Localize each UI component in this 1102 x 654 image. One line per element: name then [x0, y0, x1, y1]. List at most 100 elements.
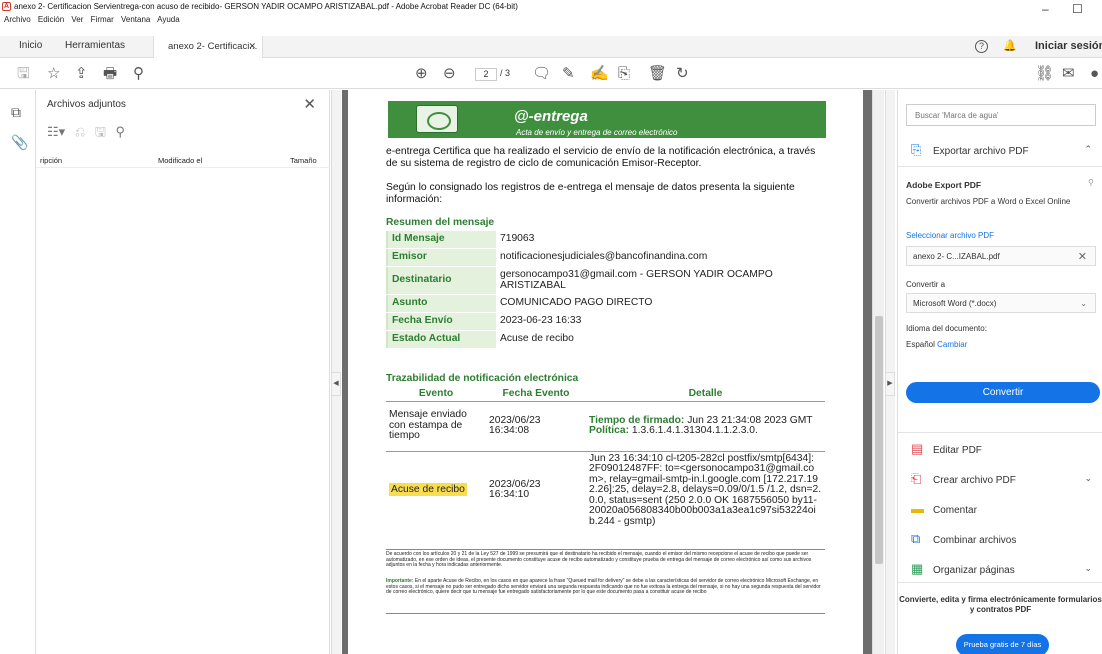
acrobat-app-icon: A	[2, 2, 11, 11]
menu-ayuda[interactable]: Ayuda	[157, 15, 180, 24]
tab-document[interactable]: anexo 2- Certificaci... ✕	[153, 36, 263, 58]
tool-edit-pdf[interactable]: ▤ Editar PDF	[911, 441, 982, 457]
summary-value: 719063	[496, 231, 825, 248]
attachments-panel: Archivos adjuntos ✕ ☷▾ ⎌ 🖫 ⚲ ripción Mod…	[36, 90, 330, 654]
notifications-bell-icon[interactable]: 🔔	[1003, 39, 1017, 52]
close-tab-icon[interactable]: ✕	[248, 41, 256, 52]
tool-label: Editar PDF	[933, 445, 982, 456]
chevron-down-icon[interactable]: ⌄	[1084, 563, 1092, 574]
important-text: En el aparte Acuse de Recibo, en los cas…	[386, 578, 821, 596]
pen-icon[interactable]: ✎	[562, 65, 575, 83]
tool-label: Combinar archivos	[933, 535, 1017, 546]
chevron-down-icon[interactable]: ⌄	[1084, 473, 1092, 484]
summary-value: gersonocampo31@gmail.com - GERSON YADIR …	[496, 267, 825, 294]
zoom-search-icon[interactable]: ⚲	[133, 65, 144, 83]
menu-ventana[interactable]: Ventana	[121, 15, 150, 24]
detalle-label-tiempo: Tiempo de firmado:	[589, 414, 685, 426]
bookmark-star-icon[interactable]: ☆	[47, 65, 60, 83]
legal-notice: De acuerdo con los artículos 20 y 21 de …	[386, 549, 825, 569]
attach-file-icon[interactable]: ⎌	[75, 124, 85, 139]
window-title: anexo 2- Certificacion Servientrega-con …	[14, 2, 518, 11]
change-language-link[interactable]: Cambiar	[937, 340, 967, 349]
tool-combine[interactable]: ⧉ Combinar archivos	[911, 531, 1016, 547]
summary-value: COMUNICADO PAGO DIRECTO	[496, 295, 825, 312]
tool-label: Organizar páginas	[933, 565, 1015, 576]
stamp-icon[interactable]: ⎘	[618, 65, 630, 83]
language-value: Español	[906, 340, 935, 349]
remove-file-icon[interactable]: ✕	[1078, 250, 1087, 263]
search-attachment-icon[interactable]: ⚲	[116, 124, 126, 139]
tool-create-pdf[interactable]: ⎗ Crear archivo PDF	[911, 471, 1016, 487]
tab-inicio[interactable]: Inicio	[19, 40, 42, 51]
export-pdf-title: Exportar archivo PDF	[933, 146, 1029, 157]
upload-cloud-icon[interactable]: ⇪	[75, 65, 88, 83]
options-menu-icon[interactable]: ☷▾	[47, 124, 65, 139]
export-pdf-header[interactable]: ⎘ Exportar archivo PDF	[911, 142, 1029, 158]
tool-organize[interactable]: ▦ Organizar páginas	[911, 561, 1015, 577]
tools-search-input[interactable]	[906, 104, 1096, 126]
collapse-right-panel-icon[interactable]: ▶	[885, 372, 895, 396]
chevron-up-icon[interactable]: ⌃	[1084, 144, 1092, 155]
export-heading: Adobe Export PDF	[906, 180, 982, 190]
delete-trash-icon[interactable]: 🗑	[648, 65, 667, 83]
account-icon[interactable]: ●	[1090, 65, 1099, 83]
comment-icon[interactable]: 🗨	[532, 65, 551, 83]
page-number-input[interactable]: 2	[475, 68, 497, 81]
table-row: Id Mensaje 719063	[386, 231, 825, 248]
banner-subtitle: Acta de envío y entrega de correo electr…	[516, 128, 678, 137]
sign-icon[interactable]: ✍	[590, 65, 609, 83]
convert-format-select[interactable]: Microsoft Word (*.docx) ⌄	[906, 293, 1096, 313]
save-icon[interactable]: 🖫	[17, 65, 30, 83]
menu-archivo[interactable]: Archivo	[4, 15, 31, 24]
attachments-panel-title: Archivos adjuntos	[47, 99, 126, 110]
pages-thumbnails-icon[interactable]: ⧉	[11, 104, 21, 121]
email-envelope-icon[interactable]: ✉	[1062, 65, 1075, 83]
page-bottom-rule	[386, 613, 825, 614]
menu-ver[interactable]: Ver	[71, 15, 83, 24]
print-icon[interactable]: 🖶	[103, 65, 117, 83]
close-panel-icon[interactable]: ✕	[303, 95, 316, 113]
acuse-highlight: Acuse de recibo	[389, 483, 467, 496]
help-icon[interactable]: ?	[975, 40, 988, 53]
menu-edicion[interactable]: Edición	[38, 15, 64, 24]
column-description[interactable]: ripción	[40, 156, 62, 165]
attachments-paperclip-icon[interactable]: 📎	[11, 134, 28, 151]
free-trial-button[interactable]: Prueba gratis de 7 días	[956, 634, 1049, 654]
summary-value: Acuse de recibo	[496, 331, 825, 348]
chevron-down-icon: ⌄	[1080, 299, 1087, 308]
table-row: Destinatario gersonocampo31@gmail.com - G…	[386, 267, 825, 294]
document-view: @-entrega Acta de envío y entrega de cor…	[342, 90, 872, 654]
signin-button[interactable]: Iniciar sesión	[1035, 40, 1102, 52]
acrobat-window: A anexo 2- Certificacion Servientrega-co…	[0, 0, 1102, 654]
convert-button[interactable]: Convertir	[906, 382, 1100, 403]
export-description: Convertir archivos PDF a Word o Excel On…	[906, 197, 1071, 206]
column-size[interactable]: Tamaño	[290, 156, 317, 165]
scrollbar-thumb[interactable]	[875, 316, 883, 564]
rotate-icon[interactable]: ↻	[676, 65, 689, 83]
summary-table: Id Mensaje 719063 Emisor notificacionesjud…	[386, 230, 825, 349]
tool-comment[interactable]: ▬ Comentar	[911, 501, 977, 516]
tab-herramientas[interactable]: Herramientas	[65, 40, 125, 51]
convert-to-label: Convertir a	[906, 280, 946, 289]
pin-icon[interactable]: ⚲	[1088, 178, 1094, 187]
summary-title: Resumen del mensaje	[386, 217, 495, 228]
collapse-left-panel-icon[interactable]: ◀	[331, 372, 341, 396]
banner-brand: @-entrega	[514, 108, 588, 125]
separator	[898, 166, 1102, 167]
promo-text: Convierte, edita y firma electrónicament…	[899, 595, 1102, 614]
select-pdf-link[interactable]: Seleccionar archivo PDF	[906, 231, 994, 240]
tab-bar: Inicio Herramientas anexo 2- Certificaci…	[0, 36, 1102, 58]
trace-detalle: Jun 23 16:34:10 cl-t205-282cl postfix/sm…	[586, 450, 825, 529]
column-modified[interactable]: Modificado el	[158, 156, 202, 165]
table-row: Mensaje enviado con estampa de tiempo 20…	[386, 400, 825, 451]
summary-key: Fecha Envío	[386, 313, 496, 330]
save-attachment-icon[interactable]: 🖫	[95, 124, 106, 139]
trace-header-fecha: Fecha Evento	[502, 387, 570, 399]
selected-file-field: anexo 2- C...IZABAL.pdf ✕	[906, 246, 1096, 266]
menu-firmar[interactable]: Firmar	[91, 15, 114, 24]
previous-page-icon[interactable]: ⊕	[415, 65, 428, 83]
next-page-icon[interactable]: ⊖	[443, 65, 456, 83]
summary-key: Estado Actual	[386, 331, 496, 348]
document-scrollbar[interactable]	[872, 90, 884, 654]
share-link-icon[interactable]: ⛓	[1035, 65, 1054, 83]
